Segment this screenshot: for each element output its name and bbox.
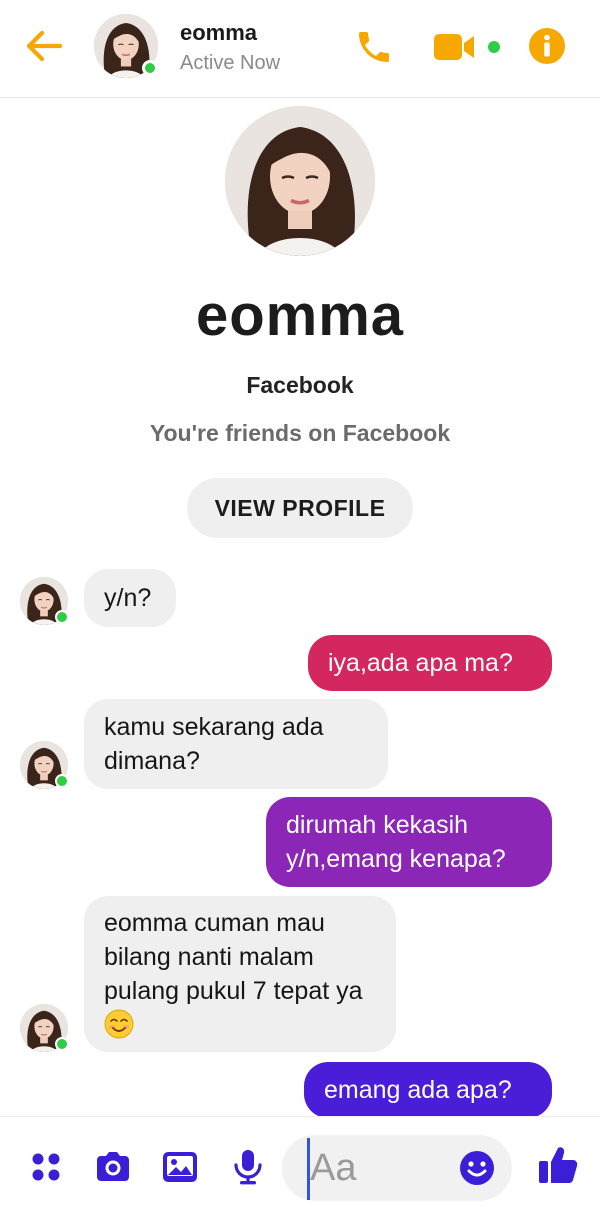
- info-icon: [529, 28, 565, 64]
- emoji-button[interactable]: [458, 1149, 496, 1187]
- message-text: kamu sekarang ada dimana?: [104, 713, 324, 775]
- view-profile-button[interactable]: VIEW PROFILE: [187, 478, 413, 538]
- microphone-icon: [234, 1150, 262, 1185]
- sender-avatar[interactable]: [20, 1004, 69, 1052]
- more-actions-button[interactable]: [26, 1147, 66, 1187]
- header-contact-name[interactable]: eomma: [180, 20, 257, 46]
- active-status-dot: [142, 60, 158, 76]
- message-text: y/n?: [104, 584, 152, 612]
- camera-icon: [97, 1152, 129, 1181]
- message-text: iya,ada apa ma?: [328, 649, 513, 677]
- profile-avatar[interactable]: [225, 106, 375, 256]
- active-status-dot: [55, 774, 69, 788]
- sender-avatar[interactable]: [20, 741, 69, 789]
- like-button[interactable]: [536, 1143, 580, 1187]
- gallery-button[interactable]: [160, 1147, 200, 1187]
- message-text: dirumah kekasih y/n,emang kenapa?: [286, 811, 506, 873]
- arrow-left-icon: [26, 30, 63, 62]
- message-bubble-incoming[interactable]: kamu sekarang ada dimana?: [84, 699, 388, 789]
- message-bubble-outgoing[interactable]: iya,ada apa ma?: [308, 635, 552, 691]
- smiling-face-emoji-icon: [104, 1009, 134, 1039]
- back-button[interactable]: [22, 24, 66, 68]
- header-active-status: Active Now: [180, 52, 281, 74]
- chat-header: eomma Active Now: [0, 0, 600, 98]
- friendship-status: You're friends on Facebook: [149, 420, 451, 446]
- thumbs-up-icon: [539, 1147, 578, 1183]
- four-dots-icon: [32, 1153, 60, 1181]
- smiley-icon: [460, 1151, 494, 1185]
- profile-source: Facebook: [246, 372, 354, 398]
- message-bubble-incoming[interactable]: y/n?: [84, 569, 176, 627]
- message-text-content: eomma cuman mau bilang nanti malam pulan…: [104, 909, 363, 1005]
- active-status-dot: [55, 610, 69, 624]
- voice-message-button[interactable]: [228, 1147, 268, 1187]
- video-call-button[interactable]: [432, 30, 478, 64]
- message-input-wrapper[interactable]: [282, 1135, 512, 1201]
- message-composer: [0, 1116, 600, 1207]
- video-active-dot: [488, 41, 500, 53]
- message-input[interactable]: [310, 1145, 460, 1191]
- conversation-info-button[interactable]: [528, 27, 566, 65]
- message-text: eomma cuman mau bilang nanti malam pulan…: [104, 906, 376, 1042]
- message-text: emang ada apa?: [324, 1076, 512, 1104]
- phone-icon: [359, 32, 389, 62]
- message-bubble-outgoing[interactable]: dirumah kekasih y/n,emang kenapa?: [266, 797, 552, 887]
- active-status-dot: [55, 1037, 69, 1051]
- video-camera-icon: [434, 34, 474, 60]
- voice-call-button[interactable]: [354, 27, 394, 67]
- message-bubble-incoming[interactable]: eomma cuman mau bilang nanti malam pulan…: [84, 896, 396, 1052]
- header-avatar[interactable]: [94, 14, 158, 78]
- image-icon: [163, 1152, 197, 1182]
- profile-name: eomma: [195, 283, 405, 348]
- message-bubble-outgoing[interactable]: emang ada apa?: [304, 1062, 552, 1118]
- sender-avatar[interactable]: [20, 577, 69, 625]
- camera-button[interactable]: [93, 1147, 133, 1187]
